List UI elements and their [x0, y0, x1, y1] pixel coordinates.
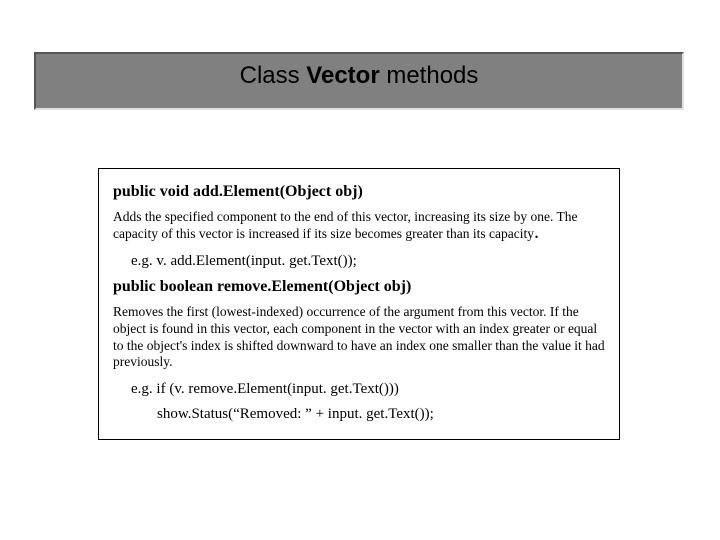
title-suffix: methods	[380, 62, 479, 89]
method1-signature: public void add.Element(Object obj)	[113, 183, 605, 201]
method2-description: Removes the first (lowest-indexed) occur…	[113, 304, 605, 372]
method1-description: Adds the specified component to the end …	[113, 209, 605, 243]
method2-example-line2: show.Status(“Removed: ” + input. get.Tex…	[157, 406, 605, 423]
method1-example-code: v. add.Element(input. get.Text());	[156, 253, 356, 269]
method1-example-label: e.g.	[131, 253, 156, 269]
method2-example-label: e.g.	[131, 381, 156, 397]
method1-description-text: Adds the specified component to the end …	[113, 209, 577, 241]
method2-signature: public boolean remove.Element(Object obj…	[113, 278, 605, 296]
content-box: public void add.Element(Object obj) Adds…	[98, 168, 620, 440]
slide: Class Vector methods public void add.Ele…	[0, 0, 720, 540]
method2-example-code: if (v. remove.Element(input. get.Text())…	[156, 381, 398, 397]
method2-example: e.g. if (v. remove.Element(input. get.Te…	[131, 381, 605, 398]
method1-example: e.g. v. add.Element(input. get.Text());	[131, 253, 605, 270]
method1-finaldot: .	[534, 221, 539, 243]
title-prefix: Class	[240, 62, 307, 89]
slide-title: Class Vector methods	[34, 62, 684, 90]
title-bold: Vector	[306, 62, 379, 89]
